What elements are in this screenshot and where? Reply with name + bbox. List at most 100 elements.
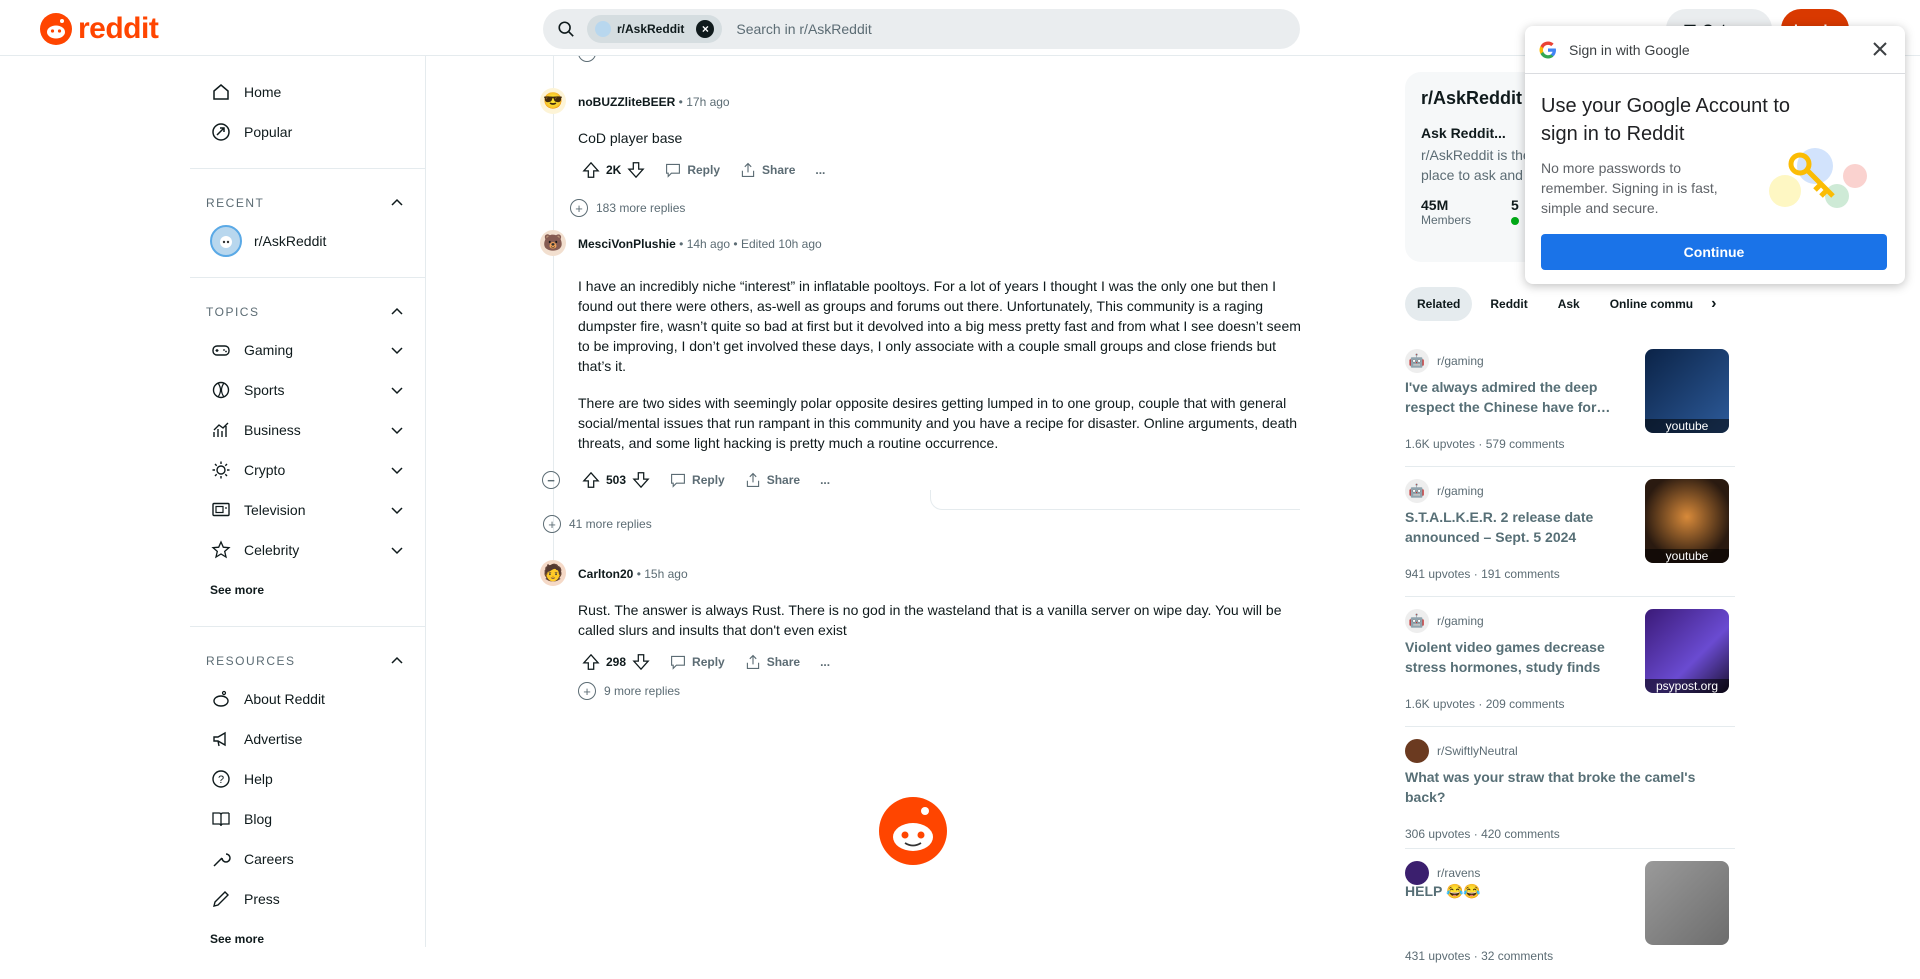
upvote-icon[interactable] bbox=[582, 653, 600, 671]
topic-celebrity[interactable]: Celebrity bbox=[190, 530, 425, 570]
tab-reddit[interactable]: Reddit bbox=[1478, 287, 1539, 321]
related-sub[interactable]: 🤖 r/gaming bbox=[1405, 349, 1484, 373]
related-sub[interactable]: r/SwiftlyNeutral bbox=[1405, 739, 1518, 763]
related-title[interactable]: What was your straw that broke the camel… bbox=[1405, 767, 1725, 807]
reddit-logo[interactable]: reddit bbox=[40, 12, 159, 46]
share-button[interactable]: Share bbox=[732, 154, 803, 186]
thumbnail-caption: youtube bbox=[1645, 549, 1729, 563]
related-post[interactable]: 🤖 r/gaming Violent video games decrease s… bbox=[1405, 597, 1735, 727]
reply-label: Reply bbox=[692, 655, 725, 669]
chevron-right-icon[interactable]: › bbox=[1711, 295, 1716, 313]
expand-icon: + bbox=[543, 515, 561, 533]
comment-icon bbox=[671, 473, 685, 488]
related-stats: 1.6K upvotes · 579 comments bbox=[1405, 437, 1565, 451]
share-icon bbox=[746, 472, 759, 487]
more-replies-link[interactable]: + 41 more replies bbox=[543, 515, 652, 533]
reply-button[interactable]: Reply bbox=[662, 464, 733, 496]
topic-sports[interactable]: Sports bbox=[190, 370, 425, 410]
see-more-topics[interactable]: See more bbox=[190, 570, 425, 610]
resource-advertise[interactable]: Advertise bbox=[190, 719, 425, 759]
recent-section-header[interactable]: RECENT bbox=[190, 185, 425, 221]
close-icon[interactable] bbox=[1869, 38, 1891, 60]
google-popup-title: Use your Google Account to sign in to Re… bbox=[1541, 95, 1791, 145]
topic-label: Crypto bbox=[244, 462, 286, 478]
topic-television[interactable]: Television bbox=[190, 490, 425, 530]
more-replies-link[interactable]: + 183 more replies bbox=[570, 199, 685, 217]
svg-text:?: ? bbox=[218, 774, 224, 786]
related-title[interactable]: Violent video games decrease stress horm… bbox=[1405, 637, 1625, 677]
resource-about[interactable]: About Reddit bbox=[190, 679, 425, 719]
share-button[interactable]: Share bbox=[737, 464, 808, 496]
vote-count: 298 bbox=[606, 655, 627, 669]
comment-author[interactable]: noBUZZliteBEER bbox=[578, 95, 675, 109]
search-bar[interactable]: r/AskReddit × Search in r/AskReddit bbox=[543, 9, 1300, 49]
chart-icon bbox=[210, 419, 232, 441]
search-input[interactable]: Search in r/AskReddit bbox=[736, 21, 871, 37]
nav-home[interactable]: Home bbox=[190, 72, 425, 112]
tab-ask[interactable]: Ask bbox=[1546, 287, 1592, 321]
topic-crypto[interactable]: Crypto bbox=[190, 450, 425, 490]
related-thumbnail[interactable]: youtube bbox=[1645, 479, 1729, 563]
related-thumbnail[interactable]: psypost.org bbox=[1645, 609, 1729, 693]
share-button[interactable]: Share bbox=[737, 646, 808, 678]
megaphone-icon bbox=[210, 728, 232, 750]
reply-button[interactable]: Reply bbox=[657, 154, 728, 186]
subreddit-chip-label: r/AskReddit bbox=[617, 22, 685, 36]
related-post[interactable]: 🤖 r/gaming S.T.A.L.K.E.R. 2 release date … bbox=[1405, 467, 1735, 597]
subreddit-icon: 🤖 bbox=[1405, 349, 1429, 373]
continue-button[interactable]: Continue bbox=[1541, 234, 1887, 270]
topic-gaming[interactable]: Gaming bbox=[190, 330, 425, 370]
resource-blog[interactable]: Blog bbox=[190, 799, 425, 839]
related-sub-label: r/gaming bbox=[1437, 614, 1484, 628]
comment-meta: Carlton20 • 15h ago bbox=[578, 567, 688, 581]
related-title[interactable]: S.T.A.L.K.E.R. 2 release date announced … bbox=[1405, 507, 1625, 547]
more-options-button[interactable]: ... bbox=[812, 646, 838, 678]
upvote-icon[interactable] bbox=[582, 471, 600, 489]
more-options-button[interactable]: ... bbox=[812, 464, 838, 496]
avatar: 🧑 bbox=[540, 560, 566, 586]
more-options-button[interactable]: ... bbox=[807, 154, 833, 186]
related-thumbnail[interactable]: youtube bbox=[1645, 349, 1729, 433]
related-title[interactable]: HELP 😂😂 bbox=[1405, 881, 1625, 901]
more-replies-link[interactable]: + 9 more replies bbox=[578, 682, 680, 700]
topic-business[interactable]: Business bbox=[190, 410, 425, 450]
resource-press[interactable]: Press bbox=[190, 879, 425, 919]
reply-label: Reply bbox=[687, 163, 721, 177]
resources-section-header[interactable]: RESOURCES bbox=[190, 643, 425, 679]
downvote-icon[interactable] bbox=[632, 471, 650, 489]
recent-item-askreddit[interactable]: r/AskReddit bbox=[190, 221, 425, 261]
sidebar-divider bbox=[190, 626, 425, 627]
topics-section-header[interactable]: TOPICS bbox=[190, 294, 425, 330]
collapse-icon[interactable]: − bbox=[542, 471, 560, 489]
upvote-icon[interactable] bbox=[582, 161, 600, 179]
downvote-icon[interactable] bbox=[627, 161, 645, 179]
related-sub[interactable]: 🤖 r/gaming bbox=[1405, 609, 1484, 633]
resource-help[interactable]: ? Help bbox=[190, 759, 425, 799]
gamepad-icon bbox=[210, 339, 232, 361]
related-sub[interactable]: 🤖 r/gaming bbox=[1405, 479, 1484, 503]
comment-body: CoD player base bbox=[578, 128, 1310, 148]
comment: 🧑 Carlton20 • 15h ago Rust. The answer i… bbox=[530, 560, 1300, 700]
related-post[interactable]: r/SwiftlyNeutral What was your straw tha… bbox=[1405, 727, 1735, 849]
tab-online-communities[interactable]: Online commu bbox=[1598, 287, 1705, 321]
downvote-icon[interactable] bbox=[632, 653, 650, 671]
related-title[interactable]: I've always admired the deep respect the… bbox=[1405, 377, 1625, 417]
see-more-resources[interactable]: See more bbox=[190, 919, 425, 959]
comment-author[interactable]: MesciVonPlushie bbox=[578, 237, 676, 251]
thumbnail-caption: youtube bbox=[1645, 419, 1729, 433]
members-value: 45M bbox=[1421, 197, 1449, 213]
related-post[interactable]: r/ravens HELP 😂😂 431 upvotes · 32 commen… bbox=[1405, 849, 1735, 979]
comment-author[interactable]: Carlton20 bbox=[578, 567, 633, 581]
nav-popular[interactable]: Popular bbox=[190, 112, 425, 152]
google-logo-icon bbox=[1539, 41, 1556, 58]
tab-related[interactable]: Related bbox=[1405, 287, 1473, 321]
related-comments: 579 comments bbox=[1485, 437, 1565, 451]
subreddit-chip[interactable]: r/AskReddit × bbox=[587, 15, 723, 43]
chevron-up-icon bbox=[391, 198, 403, 206]
related-post[interactable]: 🤖 r/gaming I've always admired the deep r… bbox=[1405, 337, 1735, 467]
related-thumbnail[interactable] bbox=[1645, 861, 1729, 945]
resource-careers[interactable]: Careers bbox=[190, 839, 425, 879]
chip-close-icon[interactable]: × bbox=[696, 20, 715, 38]
reply-button[interactable]: Reply bbox=[662, 646, 733, 678]
related-comments: 191 comments bbox=[1481, 567, 1560, 581]
